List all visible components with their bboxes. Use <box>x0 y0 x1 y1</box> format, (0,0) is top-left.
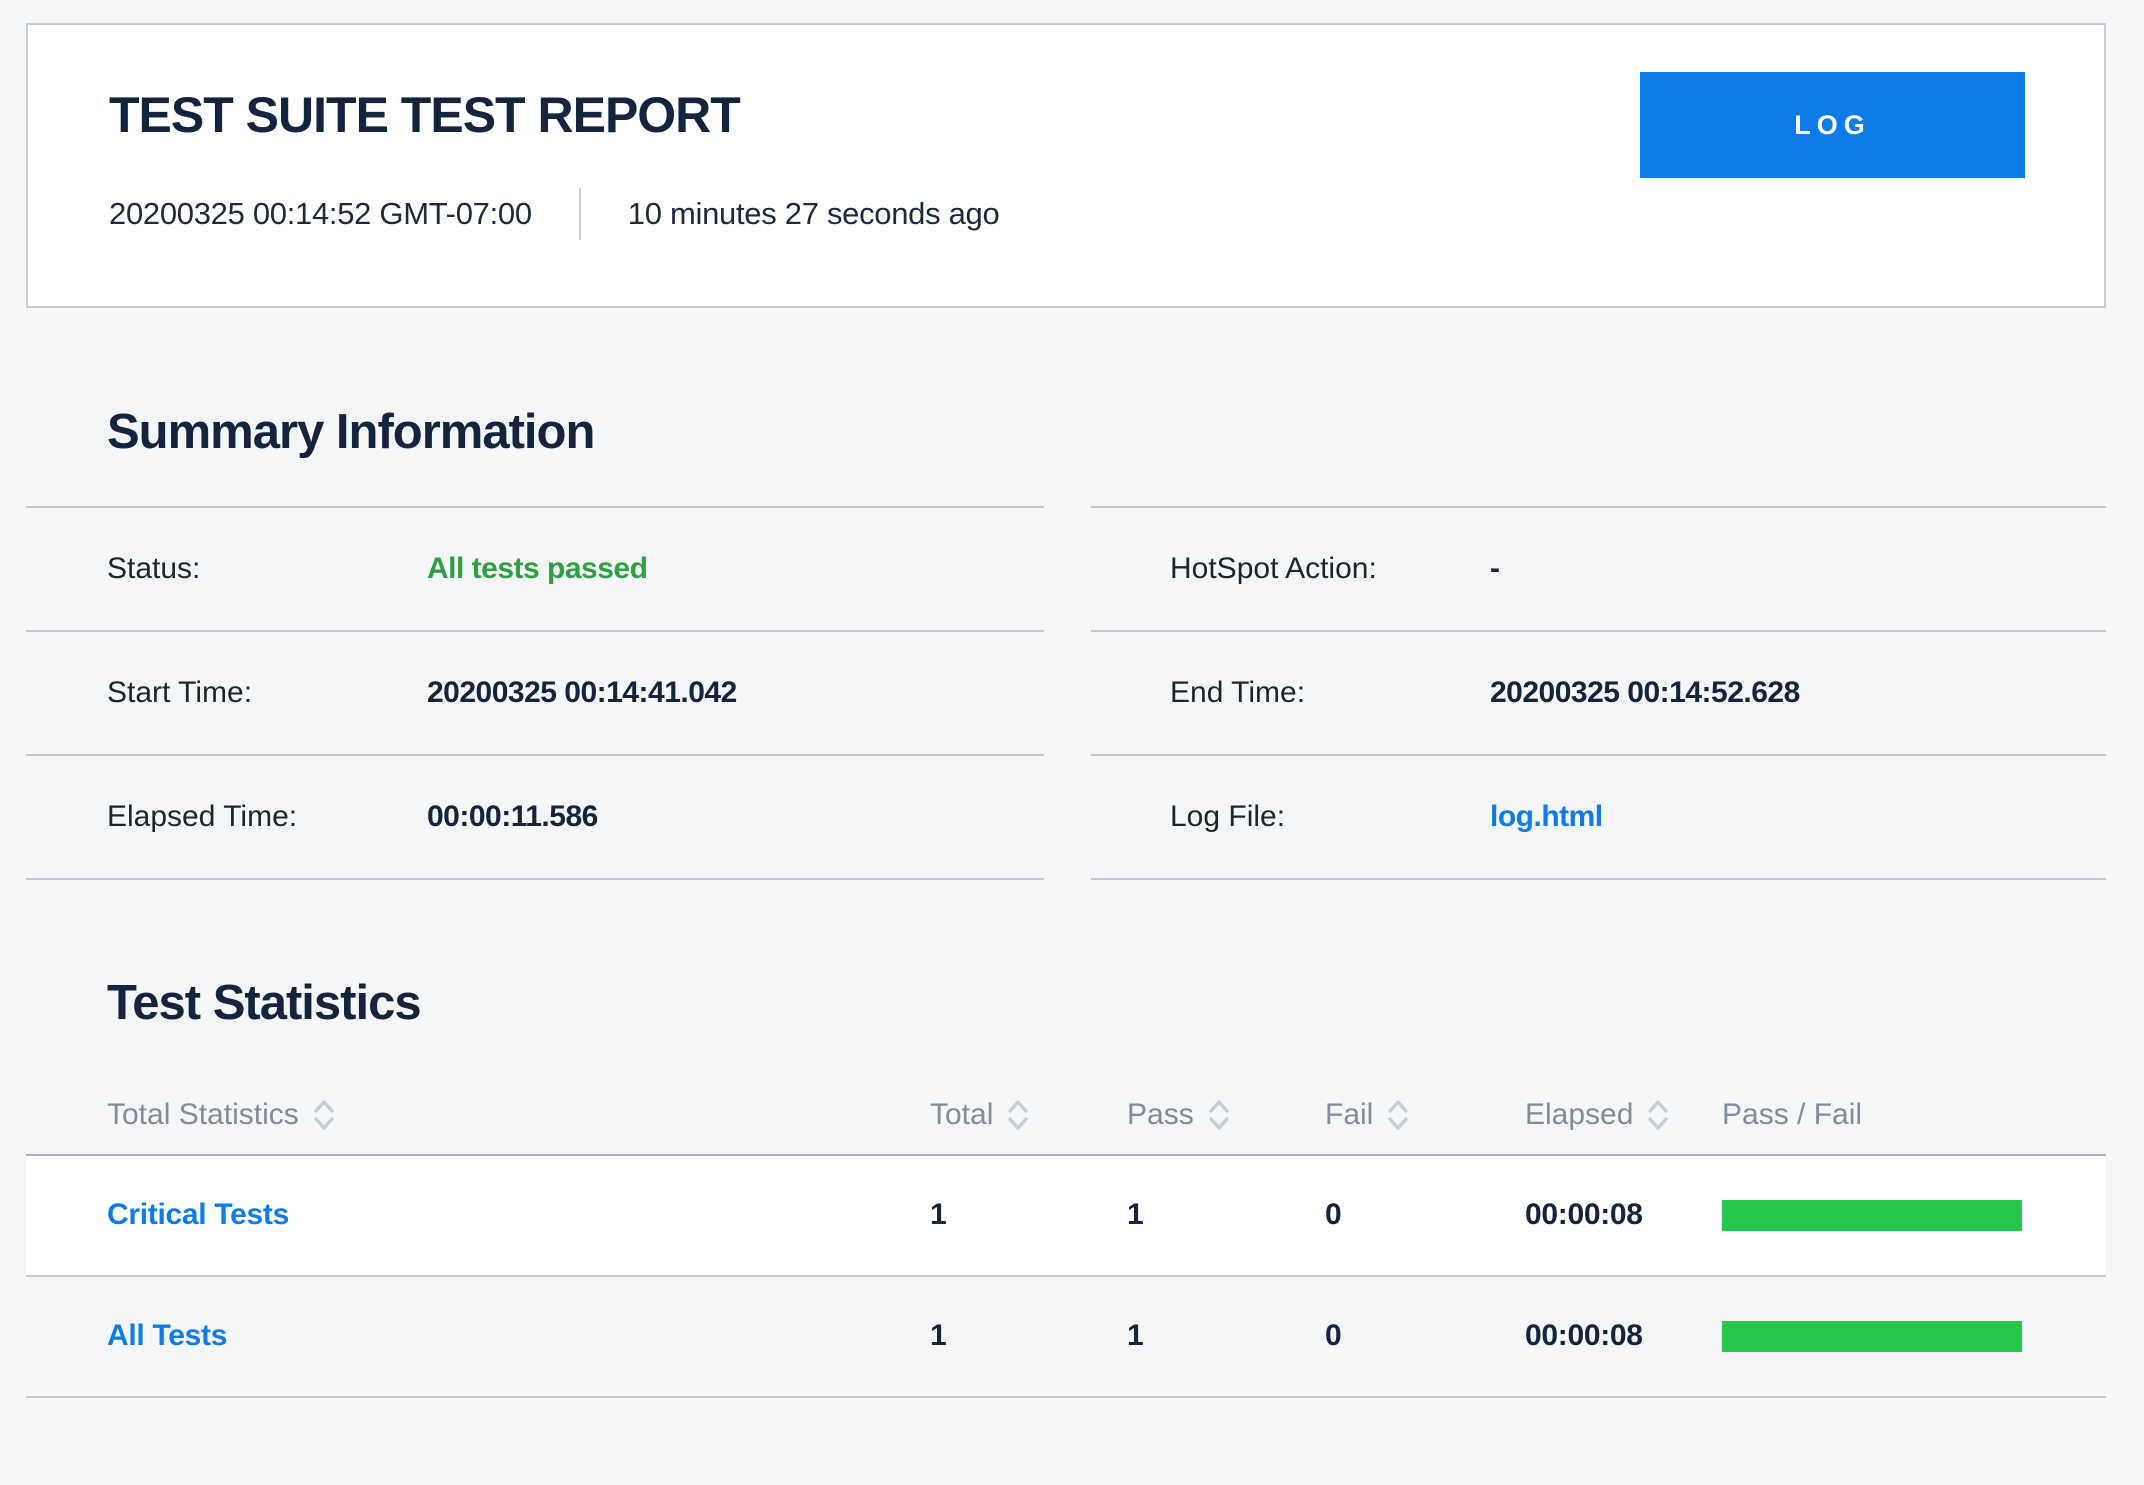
column-header-label: Total Statistics <box>107 1098 299 1132</box>
summary-label: Log File: <box>1170 800 1490 834</box>
summary-value: 20200325 00:14:41.042 <box>427 676 737 710</box>
generated-timestamp: 20200325 00:14:52 GMT-07:00 <box>109 196 532 232</box>
column-header-label: Fail <box>1325 1098 1373 1132</box>
stats-row: All Tests11000:00:08 <box>26 1277 2106 1398</box>
summary-label: HotSpot Action: <box>1170 552 1490 586</box>
stats-cell-pass: 1 <box>1127 1198 1325 1232</box>
pass-fail-bar <box>1722 1200 2022 1231</box>
column-header-label: Elapsed <box>1525 1098 1633 1132</box>
sort-icon <box>1207 1098 1231 1132</box>
column-header-fail[interactable]: Fail <box>1325 1098 1525 1132</box>
summary-row: Status:All tests passed <box>26 506 1044 630</box>
summary-label: Status: <box>107 552 427 586</box>
stats-suite-link[interactable]: All Tests <box>26 1319 930 1353</box>
report-page: TEST SUITE TEST REPORT LOG 20200325 00:1… <box>26 23 2106 1398</box>
summary-table-right: HotSpot Action:-End Time:20200325 00:14:… <box>1091 506 2106 880</box>
statistics-header-row: Total Statistics Total Pass Fail Elapsed Pass… <box>26 1076 2106 1156</box>
column-header-label: Total <box>930 1098 993 1132</box>
statistics-heading: Test Statistics <box>107 977 2106 1030</box>
summary-row: Elapsed Time:00:00:11.586 <box>26 754 1044 878</box>
column-header-elapsed[interactable]: Elapsed <box>1525 1098 1722 1132</box>
summary-row: HotSpot Action:- <box>1091 506 2106 630</box>
summary-value: - <box>1490 552 1500 586</box>
stats-cell-total: 1 <box>930 1198 1127 1232</box>
summary-label: Start Time: <box>107 676 427 710</box>
summary-heading: Summary Information <box>107 406 2106 459</box>
summary-section: Status:All tests passedStart Time:202003… <box>26 506 2106 880</box>
sort-icon <box>1646 1098 1670 1132</box>
stats-suite-link[interactable]: Critical Tests <box>26 1198 930 1232</box>
column-header-label: Pass <box>1127 1098 1194 1132</box>
summary-value: All tests passed <box>427 552 647 586</box>
generated-time-row: 20200325 00:14:52 GMT-07:00 10 minutes 2… <box>109 188 2024 240</box>
stats-cell-passfail <box>1722 1321 2106 1352</box>
timestamp-divider <box>579 188 581 240</box>
summary-value: 00:00:11.586 <box>427 800 598 834</box>
column-header-name[interactable]: Total Statistics <box>26 1098 930 1132</box>
generated-relative-time: 10 minutes 27 seconds ago <box>628 196 1000 232</box>
stats-cell-elapsed: 00:00:08 <box>1525 1319 1722 1353</box>
column-header-passfail: Pass / Fail <box>1722 1098 2106 1132</box>
stats-cell-passfail <box>1722 1200 2106 1231</box>
sort-icon <box>312 1098 336 1132</box>
summary-table-left: Status:All tests passedStart Time:202003… <box>26 506 1044 880</box>
summary-label: Elapsed Time: <box>107 800 427 834</box>
sort-icon <box>1006 1098 1030 1132</box>
sort-icon <box>1386 1098 1410 1132</box>
statistics-body: Critical Tests11000:00:08All Tests11000:… <box>26 1156 2106 1398</box>
stats-cell-elapsed: 00:00:08 <box>1525 1198 1722 1232</box>
stats-row: Critical Tests11000:00:08 <box>26 1156 2106 1277</box>
summary-value: 20200325 00:14:52.628 <box>1490 676 1800 710</box>
log-button[interactable]: LOG <box>1640 72 2025 178</box>
column-header-total[interactable]: Total <box>930 1098 1127 1132</box>
stats-cell-pass: 1 <box>1127 1319 1325 1353</box>
column-header-pass[interactable]: Pass <box>1127 1098 1325 1132</box>
pass-bar-segment <box>1722 1321 2022 1352</box>
pass-bar-segment <box>1722 1200 2022 1231</box>
summary-row: End Time:20200325 00:14:52.628 <box>1091 630 2106 754</box>
statistics-table: Total Statistics Total Pass Fail Elapsed Pass… <box>26 1076 2106 1398</box>
summary-row: Log File:log.html <box>1091 754 2106 878</box>
log-file-link[interactable]: log.html <box>1490 800 1603 834</box>
stats-cell-fail: 0 <box>1325 1198 1525 1232</box>
report-header-card: TEST SUITE TEST REPORT LOG 20200325 00:1… <box>26 23 2106 308</box>
stats-cell-fail: 0 <box>1325 1319 1525 1353</box>
summary-label: End Time: <box>1170 676 1490 710</box>
summary-row: Start Time:20200325 00:14:41.042 <box>26 630 1044 754</box>
stats-cell-total: 1 <box>930 1319 1127 1353</box>
column-header-label: Pass / Fail <box>1722 1098 1862 1132</box>
pass-fail-bar <box>1722 1321 2022 1352</box>
